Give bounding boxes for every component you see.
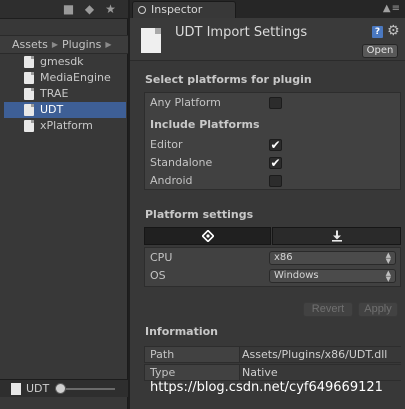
asset-item-label: TRAE: [40, 87, 69, 100]
platform-settings-box: CPU x86 ▲ ▼ OS Windows ▲ ▼: [144, 247, 401, 287]
information-header: Information: [145, 325, 218, 338]
asset-item-label: MediaEngine: [40, 71, 111, 84]
watermark: https://blog.csdn.net/cyf649669121: [150, 380, 383, 395]
any-platform-checkbox[interactable]: [269, 97, 282, 109]
document-icon: [141, 28, 161, 53]
project-panel: ■ ◆ ★ Assets ▶ Plugins ▶ gmesdk MediaEngine…: [0, 0, 128, 409]
tab-standalone-platform[interactable]: [272, 227, 401, 245]
file-icon: [11, 383, 21, 395]
page-title: UDT Import Settings: [175, 25, 308, 40]
platform-settings-header: Platform settings: [145, 208, 254, 221]
platform-standalone-checkbox[interactable]: ✔: [269, 157, 282, 169]
file-icon: [24, 88, 34, 100]
asset-item-gmesdk[interactable]: gmesdk: [4, 54, 126, 70]
any-platform-label: Any Platform: [150, 96, 221, 109]
project-footer: UDT: [0, 379, 128, 397]
asset-item-label: xPlatform: [40, 119, 93, 132]
path-label: Path: [150, 348, 175, 361]
tab-inspector[interactable]: Inspector: [132, 1, 236, 18]
breadcrumb-assets[interactable]: Assets: [12, 38, 48, 51]
breadcrumb-separator-icon: ▶: [105, 40, 112, 49]
cpu-label: CPU: [150, 251, 173, 264]
asset-item-udt[interactable]: UDT: [4, 102, 126, 118]
select-platforms-header: Select platforms for plugin: [145, 73, 312, 86]
breadcrumb: Assets ▶ Plugins ▶: [0, 35, 128, 54]
platform-android-checkbox[interactable]: [269, 175, 282, 187]
platform-tabs: [144, 227, 401, 245]
file-icon: [24, 72, 34, 84]
platform-android-label: Android: [150, 174, 193, 187]
asset-item-mediaengine[interactable]: MediaEngine: [4, 70, 126, 86]
os-label: OS: [150, 269, 166, 282]
unity-icon: [200, 229, 215, 243]
tab-inspector-label: Inspector: [151, 3, 203, 16]
file-icon: [24, 120, 34, 132]
inspector-panel: Inspector ▲≡ UDT Import Settings ? ⚙ Ope…: [130, 0, 405, 409]
download-icon: [331, 230, 342, 242]
cpu-dropdown[interactable]: x86 ▲ ▼: [269, 251, 396, 265]
asset-list: gmesdk MediaEngine TRAE UDT xPlatform: [4, 54, 126, 134]
favorite-star-icon[interactable]: ★: [104, 3, 117, 16]
type-row: Type Native: [144, 364, 401, 381]
project-toolbar: ■ ◆ ★: [0, 0, 128, 19]
asset-item-xplatform[interactable]: xPlatform: [4, 118, 126, 134]
breadcrumb-separator-icon: ▶: [51, 40, 58, 49]
os-value: Windows: [274, 270, 319, 281]
revert-button[interactable]: Revert: [303, 302, 353, 317]
path-row: Path Assets/Plugins/x86/UDT.dll: [144, 346, 401, 363]
info-icon: [138, 6, 146, 14]
asset-item-label: gmesdk: [40, 55, 84, 68]
file-icon: [24, 56, 34, 68]
dropdown-arrows-icon: ▲ ▼: [385, 251, 391, 265]
checkmark-icon: ✔: [270, 138, 281, 152]
apply-button[interactable]: Apply: [358, 302, 398, 317]
search-filter-icon[interactable]: ■: [62, 3, 75, 16]
inspector-header: UDT Import Settings ? ⚙ Open: [130, 18, 405, 61]
asset-item-trae[interactable]: TRAE: [4, 86, 126, 102]
dropdown-arrows-icon: ▲ ▼: [385, 269, 391, 283]
asset-item-label: UDT: [40, 103, 64, 116]
path-value: Assets/Plugins/x86/UDT.dll: [239, 347, 401, 362]
breadcrumb-plugins[interactable]: Plugins: [62, 38, 101, 51]
cpu-value: x86: [274, 252, 293, 263]
gear-icon[interactable]: ⚙: [387, 23, 400, 39]
open-button[interactable]: Open: [362, 44, 398, 58]
menu-icon[interactable]: ▲≡: [383, 2, 401, 15]
platform-editor-label: Editor: [150, 138, 183, 151]
include-platforms-header: Include Platforms: [150, 118, 260, 131]
os-dropdown[interactable]: Windows ▲ ▼: [269, 269, 396, 283]
platform-standalone-label: Standalone: [150, 156, 213, 169]
help-icon[interactable]: ?: [372, 26, 383, 38]
platform-editor-checkbox[interactable]: ✔: [269, 139, 282, 151]
type-label: Type: [150, 366, 176, 379]
type-value: Native: [239, 365, 401, 380]
tab-editor-platform[interactable]: [144, 227, 271, 245]
file-icon: [24, 104, 34, 116]
checkmark-icon: ✔: [270, 156, 281, 170]
selected-asset-name: UDT: [26, 382, 50, 395]
inspector-tabbar: Inspector ▲≡: [130, 0, 405, 18]
label-tag-icon[interactable]: ◆: [83, 3, 96, 16]
platforms-box: Any Platform Include Platforms Editor ✔ …: [144, 92, 401, 190]
zoom-slider-thumb[interactable]: [55, 383, 66, 394]
